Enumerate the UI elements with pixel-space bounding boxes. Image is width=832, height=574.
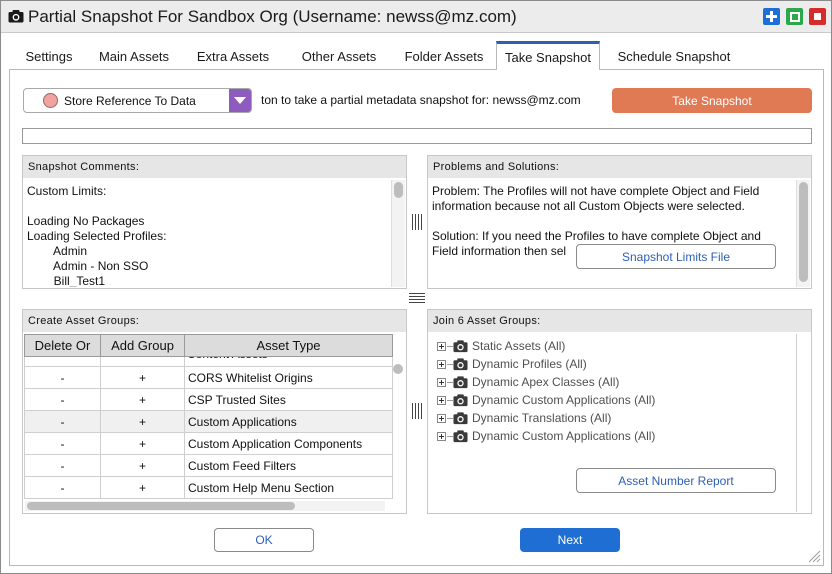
- vertical-scrollbar[interactable]: [391, 180, 405, 287]
- ok-button[interactable]: OK: [214, 528, 314, 552]
- asset-number-report-button[interactable]: Asset Number Report: [576, 468, 776, 493]
- join-tree: Static Assets (All) Dynamic Profiles (All…: [429, 334, 810, 512]
- problems-solutions-panel: Problems and Solutions: Problem: The Pro…: [427, 155, 812, 289]
- title-bar: Partial Snapshot For Sandbox Org (Userna…: [1, 1, 831, 33]
- snapshot-limits-file-button[interactable]: Snapshot Limits File: [576, 244, 776, 269]
- tab-folder-assets[interactable]: Folder Assets: [392, 41, 496, 69]
- scroll-thumb[interactable]: [394, 182, 403, 198]
- panel-header: Problems and Solutions:: [428, 156, 811, 178]
- delete-cell[interactable]: -: [24, 432, 101, 455]
- comments-text: Custom Limits: Loading No Packages Loadi…: [27, 184, 167, 287]
- expand-plus-icon[interactable]: [437, 360, 446, 369]
- tree-item-label: Dynamic Custom Applications (All): [472, 393, 656, 407]
- tab-extra-assets[interactable]: Extra Assets: [180, 41, 286, 69]
- maximize-button[interactable]: [763, 8, 780, 25]
- tab-other-assets[interactable]: Other Assets: [286, 41, 392, 69]
- problems-text-area: Problem: The Profiles will not have comp…: [429, 180, 810, 287]
- scroll-thumb[interactable]: [27, 502, 295, 510]
- expand-plus-icon[interactable]: [437, 342, 446, 351]
- create-asset-groups-panel: Create Asset Groups: Delete Or Add Group…: [22, 309, 407, 514]
- asset-type-cell: Custom Applications: [184, 410, 393, 433]
- add-group-cell[interactable]: +: [100, 410, 185, 433]
- expand-plus-icon[interactable]: [437, 378, 446, 387]
- delete-cell[interactable]: -: [24, 388, 101, 411]
- tab-schedule-snapshot[interactable]: Schedule Snapshot: [602, 41, 746, 69]
- asset-type-cell: Custom Feed Filters: [184, 454, 393, 477]
- tab-take-snapshot[interactable]: Take Snapshot: [496, 41, 600, 70]
- camera-icon: [453, 393, 468, 407]
- asset-groups-table-area: Delete Or Add Group Asset Type - + CORS: [24, 334, 405, 512]
- table-row[interactable]: - + Custom Feed Filters: [24, 454, 393, 477]
- take-snapshot-button[interactable]: Take Snapshot: [612, 88, 812, 113]
- snapshot-progress-bar: [22, 128, 812, 144]
- delete-cell[interactable]: -: [24, 410, 101, 433]
- snapshot-window: Partial Snapshot For Sandbox Org (Userna…: [0, 0, 832, 574]
- add-group-cell[interactable]: +: [100, 388, 185, 411]
- camera-icon: [8, 10, 24, 23]
- horizontal-scrollbar[interactable]: [25, 501, 385, 511]
- expand-plus-icon[interactable]: [437, 414, 446, 423]
- splitter-handle-icon[interactable]: [412, 214, 422, 230]
- table-row[interactable]: - + Custom Applications: [24, 410, 393, 433]
- store-type-dropdown[interactable]: Store Reference To Data: [23, 88, 252, 113]
- camera-icon: [453, 357, 468, 371]
- chevron-down-icon[interactable]: [229, 89, 251, 112]
- window-title: Partial Snapshot For Sandbox Org (Userna…: [28, 7, 517, 26]
- partial-table-row: - + Content Assets: [24, 357, 390, 363]
- expand-plus-icon[interactable]: [437, 396, 446, 405]
- asset-type-cell: Custom Application Components: [184, 432, 393, 455]
- asset-type-cell: CSP Trusted Sites: [184, 388, 393, 411]
- table-row[interactable]: - + Custom Help Menu Section: [24, 476, 393, 499]
- column-header-delete[interactable]: Delete Or: [24, 334, 101, 357]
- dropdown-selected-value: Store Reference To Data: [64, 94, 196, 108]
- asset-type-cell: CORS Whitelist Origins: [184, 366, 393, 389]
- tree-item-label: Dynamic Custom Applications (All): [472, 429, 656, 443]
- camera-icon: [453, 429, 468, 443]
- splitter-handle-icon[interactable]: [412, 403, 422, 419]
- table-row[interactable]: - + CORS Whitelist Origins: [24, 366, 393, 389]
- tree-item-label: Dynamic Apex Classes (All): [472, 375, 620, 389]
- delete-cell[interactable]: -: [24, 366, 101, 389]
- snapshot-comments-panel: Snapshot Comments: Custom Limits: Loadin…: [22, 155, 407, 289]
- add-group-cell[interactable]: +: [100, 476, 185, 499]
- vertical-scrollbar[interactable]: [796, 334, 810, 512]
- table-row[interactable]: - + Custom Application Components: [24, 432, 393, 455]
- column-header-add[interactable]: Add Group: [100, 334, 185, 357]
- restore-icon: [789, 11, 800, 22]
- tab-main-assets[interactable]: Main Assets: [88, 41, 180, 69]
- column-header-asset-type[interactable]: Asset Type: [184, 334, 393, 357]
- camera-icon: [453, 411, 468, 425]
- panel-header: Snapshot Comments:: [23, 156, 406, 178]
- tree-item-label: Static Assets (All): [472, 339, 566, 353]
- scroll-thumb[interactable]: [799, 182, 808, 282]
- delete-cell[interactable]: -: [24, 454, 101, 477]
- splitter-handle-icon[interactable]: [409, 293, 425, 303]
- comments-text-area[interactable]: Custom Limits: Loading No Packages Loadi…: [24, 180, 405, 287]
- resize-grip-icon[interactable]: [807, 549, 821, 563]
- camera-icon: [453, 375, 468, 389]
- table-row[interactable]: - + CSP Trusted Sites: [24, 388, 393, 411]
- restore-button[interactable]: [786, 8, 803, 25]
- panel-header: Join 6 Asset Groups:: [428, 310, 811, 332]
- status-circle-icon: [43, 93, 58, 108]
- panel-header: Create Asset Groups:: [23, 310, 406, 332]
- join-asset-groups-panel: Join 6 Asset Groups: Static Assets (All)…: [427, 309, 812, 514]
- vertical-scrollbar[interactable]: [796, 180, 810, 287]
- tree-item-label: Dynamic Profiles (All): [472, 357, 587, 371]
- snapshot-instruction: ton to take a partial metadata snapshot …: [261, 93, 581, 107]
- add-group-cell[interactable]: +: [100, 366, 185, 389]
- tree-item-label: Dynamic Translations (All): [472, 411, 612, 425]
- vertical-scroll-indicator[interactable]: [393, 364, 403, 374]
- next-button[interactable]: Next: [520, 528, 620, 552]
- close-icon: [814, 13, 821, 20]
- close-button[interactable]: [809, 8, 826, 25]
- camera-icon: [453, 339, 468, 353]
- add-group-cell[interactable]: +: [100, 454, 185, 477]
- asset-type-cell: Custom Help Menu Section: [184, 476, 393, 499]
- expand-plus-icon[interactable]: [437, 432, 446, 441]
- delete-cell[interactable]: -: [24, 476, 101, 499]
- tab-settings[interactable]: Settings: [10, 41, 88, 69]
- add-group-cell[interactable]: +: [100, 432, 185, 455]
